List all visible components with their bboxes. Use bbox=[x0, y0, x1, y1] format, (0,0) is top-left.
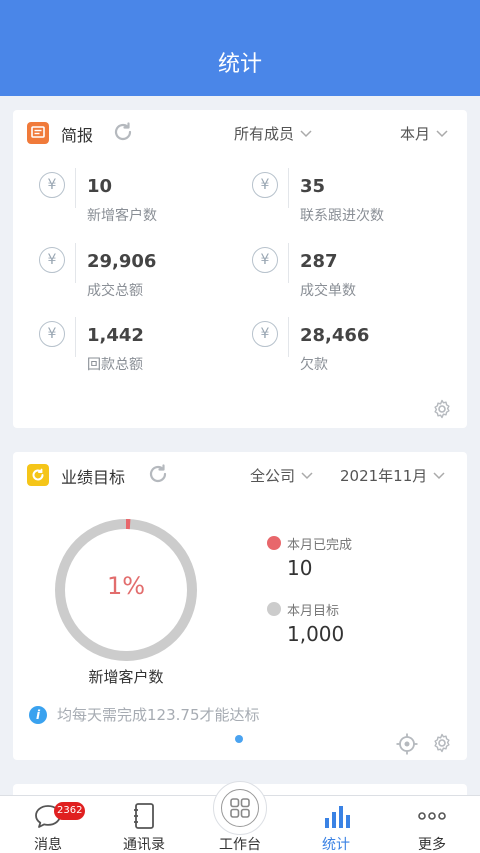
member-filter[interactable]: 所有成员 bbox=[234, 123, 312, 144]
stat-arrears[interactable]: ¥ 28,466 欠款 bbox=[252, 317, 452, 373]
chevron-down-icon bbox=[436, 129, 448, 137]
tab-label: 消息 bbox=[34, 837, 62, 853]
chevron-down-icon bbox=[433, 471, 445, 479]
gear-icon[interactable] bbox=[432, 399, 452, 419]
daily-hint: i 均每天需完成123.75才能达标 bbox=[29, 704, 260, 725]
scope-filter-label: 全公司 bbox=[250, 467, 296, 485]
hint-text: 均每天需完成123.75才能达标 bbox=[57, 706, 260, 724]
stat-label: 回款总额 bbox=[87, 357, 143, 373]
stat-value: 287 bbox=[300, 251, 338, 272]
divider bbox=[75, 168, 76, 208]
chevron-down-icon bbox=[301, 471, 313, 479]
stat-label: 成交单数 bbox=[300, 283, 356, 299]
brief-card: 简报 所有成员 本月 ¥ 10 新增客户数 ¥ 35 联系跟进次数 ¥ 29,9… bbox=[13, 110, 467, 428]
stat-value: 28,466 bbox=[300, 325, 370, 346]
more-dots-icon bbox=[418, 812, 446, 820]
divider bbox=[288, 168, 289, 208]
progress-percent: 1% bbox=[106, 572, 146, 600]
stat-value: 10 bbox=[87, 176, 113, 197]
divider bbox=[75, 317, 76, 357]
address-book-icon bbox=[134, 803, 154, 829]
unread-badge: 2362 bbox=[54, 802, 86, 820]
refresh-icon[interactable] bbox=[111, 120, 135, 144]
yen-icon: ¥ bbox=[39, 321, 65, 347]
top-header: 统计 bbox=[0, 0, 480, 96]
target-dot bbox=[267, 602, 281, 616]
tab-contacts[interactable]: 通讯录 bbox=[96, 796, 192, 853]
locate-icon[interactable] bbox=[395, 732, 419, 756]
yen-icon: ¥ bbox=[252, 321, 278, 347]
stat-followups[interactable]: ¥ 35 联系跟进次数 bbox=[252, 168, 452, 224]
period-filter[interactable]: 本月 bbox=[400, 123, 448, 144]
target-value: 1,000 bbox=[287, 622, 345, 646]
member-filter-label: 所有成员 bbox=[234, 125, 295, 143]
completed-label: 本月已完成 bbox=[287, 538, 353, 553]
tab-more[interactable]: 更多 bbox=[384, 796, 480, 853]
stat-label: 成交总额 bbox=[87, 283, 143, 299]
completed-value: 10 bbox=[287, 556, 313, 580]
tab-messages[interactable]: 2362 消息 bbox=[0, 796, 96, 853]
workbench-button[interactable] bbox=[213, 781, 267, 835]
page-indicator-dot[interactable] bbox=[235, 735, 243, 743]
goal-card: 业绩目标 全公司 2021年11月 1% 新增客户数 本月已完成 10 本月目标… bbox=[13, 452, 467, 760]
target-icon bbox=[27, 464, 49, 486]
brief-title: 简报 bbox=[61, 126, 94, 145]
progress-donut: 1% bbox=[51, 515, 201, 665]
yen-icon: ¥ bbox=[252, 247, 278, 273]
grid-icon bbox=[221, 789, 259, 827]
stat-label: 欠款 bbox=[300, 357, 328, 373]
yen-icon: ¥ bbox=[252, 172, 278, 198]
stat-value: 35 bbox=[300, 176, 326, 197]
stat-deal-total[interactable]: ¥ 29,906 成交总额 bbox=[39, 243, 239, 299]
yen-icon: ¥ bbox=[39, 247, 65, 273]
period-filter-label: 本月 bbox=[400, 125, 431, 143]
divider bbox=[288, 243, 289, 283]
divider bbox=[288, 317, 289, 357]
divider bbox=[75, 243, 76, 283]
stat-label: 新增客户数 bbox=[87, 208, 157, 224]
brief-icon bbox=[27, 122, 49, 144]
info-icon: i bbox=[29, 705, 47, 724]
stat-deal-count[interactable]: ¥ 287 成交单数 bbox=[252, 243, 452, 299]
stat-value: 29,906 bbox=[87, 251, 157, 272]
month-filter[interactable]: 2021年11月 bbox=[340, 465, 445, 486]
page-title: 统计 bbox=[217, 52, 262, 77]
target-label: 本月目标 bbox=[287, 604, 340, 619]
tab-statistics[interactable]: 统计 bbox=[288, 796, 384, 853]
tab-label: 更多 bbox=[418, 837, 446, 853]
stat-new-customers[interactable]: ¥ 10 新增客户数 bbox=[39, 168, 239, 224]
yen-icon: ¥ bbox=[39, 172, 65, 198]
goal-title: 业绩目标 bbox=[61, 468, 126, 487]
stat-label: 联系跟进次数 bbox=[300, 208, 384, 224]
gear-icon[interactable] bbox=[432, 733, 452, 753]
stat-value: 1,442 bbox=[87, 325, 144, 346]
metric-label: 新增客户数 bbox=[88, 668, 164, 686]
month-filter-label: 2021年11月 bbox=[340, 467, 428, 485]
tab-label: 通讯录 bbox=[123, 837, 165, 853]
completed-dot bbox=[267, 536, 281, 550]
stat-payment-total[interactable]: ¥ 1,442 回款总额 bbox=[39, 317, 239, 373]
bar-chart-icon bbox=[325, 806, 350, 828]
chevron-down-icon bbox=[300, 129, 312, 137]
tab-label: 工作台 bbox=[219, 837, 261, 853]
tab-label: 统计 bbox=[322, 837, 350, 853]
refresh-icon[interactable] bbox=[146, 462, 170, 486]
scope-filter[interactable]: 全公司 bbox=[250, 465, 313, 486]
